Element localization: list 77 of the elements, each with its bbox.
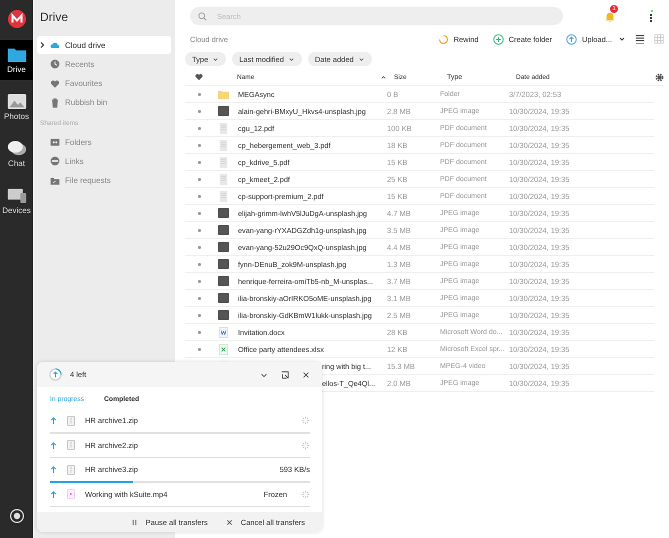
- devices-icon: [6, 187, 26, 204]
- photo-placeholder: [218, 208, 229, 218]
- dot-icon: [197, 330, 202, 334]
- spreadsheet-icon: [218, 344, 229, 354]
- plus-icon: [492, 34, 504, 44]
- dot-icon: [197, 126, 202, 130]
- photo-placeholder: [218, 106, 229, 116]
- rail-tab[interactable]: Drive: [0, 40, 33, 80]
- photo-placeholder: [218, 225, 229, 235]
- dot-icon: [197, 92, 202, 96]
- dot-icon: [197, 176, 202, 182]
- dot-icon: [197, 210, 202, 216]
- clock-icon: [50, 59, 60, 70]
- photo-placeholder: [218, 310, 229, 320]
- image-icon: [6, 93, 26, 110]
- dot-icon: [197, 296, 202, 300]
- caret-icon: [358, 56, 365, 62]
- list-view-icon[interactable]: [635, 34, 645, 44]
- bin-icon: [50, 98, 60, 108]
- settings-icon[interactable]: [655, 72, 664, 82]
- rewind-icon: [438, 34, 449, 44]
- upload-arrow-icon: [50, 465, 57, 474]
- folder-icon: [6, 46, 26, 63]
- speech-bubbles-icon: [6, 140, 26, 157]
- dot-icon: [197, 278, 202, 284]
- photo-placeholder: [218, 242, 229, 252]
- caret-icon: [212, 56, 220, 62]
- photo-placeholder: [218, 276, 229, 286]
- upload-icon: [49, 368, 62, 381]
- cloud-icon: [50, 40, 60, 50]
- pause-icon: [130, 518, 138, 526]
- shared-folder-icon: [50, 137, 60, 148]
- photo-placeholder: [218, 293, 229, 303]
- bell-icon[interactable]: [604, 11, 616, 23]
- heart-icon: [50, 78, 60, 89]
- account-icon[interactable]: [8, 508, 24, 524]
- dot-icon: [197, 160, 202, 164]
- document-icon: [218, 190, 229, 202]
- upload-arrow-icon: [50, 490, 57, 498]
- archive-icon: [67, 440, 75, 450]
- logo-icon[interactable]: [6, 9, 26, 29]
- dot-icon: [197, 228, 202, 232]
- close-icon: [226, 518, 233, 526]
- chevron-right-icon[interactable]: [39, 41, 45, 49]
- sidebar-title: Drive: [39, 9, 70, 26]
- video-icon: [67, 489, 75, 499]
- document-icon: [218, 156, 229, 168]
- folder-request-icon: [50, 176, 60, 186]
- archive-icon: [67, 464, 75, 474]
- search-icon: [198, 12, 207, 20]
- dot-icon: [197, 194, 202, 198]
- caret-icon[interactable]: [618, 35, 626, 43]
- close-icon[interactable]: [302, 370, 310, 378]
- dot-icon: [197, 108, 202, 114]
- upload-arrow-icon: [50, 440, 57, 450]
- folder-icon: [218, 88, 229, 100]
- rail-tab[interactable]: Photos: [0, 87, 33, 127]
- rail-tab[interactable]: Devices: [0, 181, 33, 221]
- upload-icon: [566, 34, 577, 44]
- sidebar-item[interactable]: Cloud drive: [37, 36, 171, 54]
- dot-icon: [197, 346, 202, 352]
- dot-icon: [197, 262, 202, 266]
- document-icon: [218, 140, 229, 150]
- dot-icon: [197, 244, 202, 250]
- photo-placeholder: [218, 259, 229, 269]
- archive-icon: [67, 416, 75, 426]
- word-icon: [218, 326, 229, 338]
- caret-icon: [288, 56, 295, 62]
- dot-icon: [197, 312, 202, 318]
- document-icon: [218, 174, 229, 184]
- more-icon[interactable]: [648, 9, 654, 23]
- heart-icon: [195, 73, 203, 81]
- expand-icon[interactable]: [281, 370, 289, 378]
- upload-arrow-icon: [50, 416, 57, 425]
- rail-tab[interactable]: Chat: [0, 134, 33, 174]
- document-icon: [218, 122, 229, 134]
- dot-icon: [197, 142, 202, 148]
